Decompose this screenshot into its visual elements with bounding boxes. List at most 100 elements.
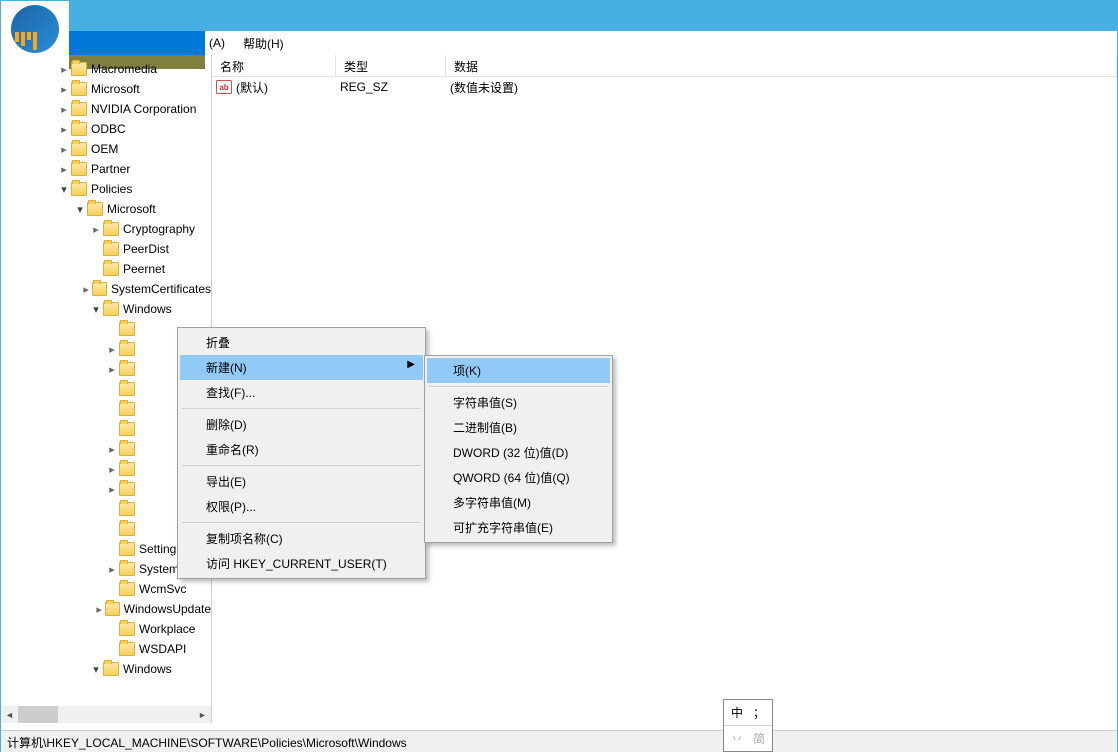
folder-icon [103,222,119,236]
col-type[interactable]: 类型 [336,55,446,76]
scroll-right-button[interactable]: ► [194,706,211,723]
list-header: 名称 类型 数据 [212,55,1117,77]
tree-toggle-open-icon[interactable] [89,302,103,316]
tree-toggle-closed-icon[interactable] [57,162,71,176]
tree-toggle-closed-icon[interactable] [105,442,119,456]
ctx-permissions[interactable]: 权限(P)... [180,494,423,519]
col-data[interactable]: 数据 [446,55,1117,76]
tree-item[interactable]: Windows [1,299,211,319]
tree-toggle-closed-icon[interactable] [57,122,71,136]
sub-qword[interactable]: QWORD (64 位)值(Q) [427,465,610,490]
tree-toggle-closed-icon[interactable] [93,602,105,616]
list-row[interactable]: ab (默认) REG_SZ (数值未设置) [212,77,1117,97]
tree-item[interactable]: WcmSvc [1,579,211,599]
tree-toggle-open-icon[interactable] [73,202,87,216]
folder-icon [119,642,135,656]
menu-a[interactable]: (A) [205,34,229,52]
tree-scrollbar[interactable]: ◄ ► [1,706,211,723]
sub-string[interactable]: 字符串值(S) [427,390,610,415]
tree-label: Partner [91,162,130,176]
chevron-right-icon: ▶ [407,359,415,370]
ctx-new[interactable]: 新建(N)▶ [180,355,423,380]
tree-toggle-closed-icon[interactable] [57,62,71,76]
tree-item[interactable]: SystemCertificates [1,279,211,299]
tree-toggle-closed-icon[interactable] [105,462,119,476]
tree-toggle-closed-icon[interactable] [105,342,119,356]
tree-item[interactable]: Macromedia [1,59,211,79]
tree-label: Windows [123,302,172,316]
tree-toggle-none [105,402,119,416]
ctx-copykey[interactable]: 复制项名称(C) [180,526,423,551]
tree-toggle-none [105,642,119,656]
tree-item[interactable]: Policies [1,179,211,199]
sub-binary[interactable]: 二进制值(B) [427,415,610,440]
tree-item[interactable]: NVIDIA Corporation [1,99,211,119]
value-name: (默认) [236,79,268,96]
tree-toggle-closed-icon[interactable] [105,562,119,576]
tree-toggle-none [105,582,119,596]
folder-icon [119,322,135,336]
folder-icon [71,82,87,96]
ctx-export[interactable]: 导出(E) [180,469,423,494]
sub-expandstring[interactable]: 可扩充字符串值(E) [427,515,610,540]
tree-label: Windows [123,662,172,676]
folder-icon [71,102,87,116]
sub-dword[interactable]: DWORD (32 位)值(D) [427,440,610,465]
tree-toggle-closed-icon[interactable] [57,82,71,96]
tree-label: Macromedia [91,62,157,76]
tree-label: Microsoft [91,82,140,96]
tree-toggle-none [105,322,119,336]
scroll-left-button[interactable]: ◄ [1,706,18,723]
tree-item[interactable]: WindowsUpdate [1,599,211,619]
folder-icon [71,162,87,176]
col-name[interactable]: 名称 [212,55,336,76]
folder-icon [119,442,135,456]
tree-label: SystemCertificates [111,282,211,296]
new-submenu: 项(K) 字符串值(S) 二进制值(B) DWORD (32 位)值(D) QW… [424,355,613,543]
ctx-delete[interactable]: 删除(D) [180,412,423,437]
tree-toggle-open-icon[interactable] [89,662,103,676]
value-data: (数值未设置) [450,79,1113,96]
tree-item[interactable]: Microsoft [1,79,211,99]
tree-item[interactable]: Microsoft [1,199,211,219]
tree-item[interactable]: OEM [1,139,211,159]
scroll-thumb[interactable] [18,706,58,723]
tree-toggle-closed-icon[interactable] [105,362,119,376]
folder-icon [119,342,135,356]
tree-toggle-closed-icon[interactable] [89,222,103,236]
tree-toggle-none [105,382,119,396]
tree-item[interactable]: Windows [1,659,211,679]
tree-item[interactable]: Workplace [1,619,211,639]
ctx-collapse[interactable]: 折叠 [180,330,423,355]
folder-icon [119,522,135,536]
tree-toggle-none [105,422,119,436]
tree-toggle-open-icon[interactable] [57,182,71,196]
tree-toggle-closed-icon[interactable] [57,142,71,156]
tree-toggle-closed-icon[interactable] [57,102,71,116]
menu-help[interactable]: 帮助(H) [239,33,288,54]
tree-item[interactable]: PeerDist [1,239,211,259]
folder-icon [119,402,135,416]
folder-icon [103,262,119,276]
sub-multistring[interactable]: 多字符串值(M) [427,490,610,515]
tree-label: Policies [91,182,132,196]
folder-icon [119,502,135,516]
tree-item[interactable]: Partner [1,159,211,179]
ctx-find[interactable]: 查找(F)... [180,380,423,405]
folder-icon [119,462,135,476]
tree-item[interactable]: WSDAPI [1,639,211,659]
sub-key[interactable]: 项(K) [427,358,610,383]
tree-toggle-closed-icon[interactable] [105,482,119,496]
ime-indicator[interactable]: 中； 丷简 [723,699,773,752]
title-overlay-blue [69,31,205,55]
separator [182,522,421,523]
tree-item[interactable]: Cryptography [1,219,211,239]
ctx-goto-hkcu[interactable]: 访问 HKEY_CURRENT_USER(T) [180,551,423,576]
tree-label: NVIDIA Corporation [91,102,196,116]
tree-label: OEM [91,142,118,156]
tree-item[interactable]: Peernet [1,259,211,279]
folder-icon [119,582,135,596]
tree-item[interactable]: ODBC [1,119,211,139]
ctx-rename[interactable]: 重命名(R) [180,437,423,462]
tree-toggle-closed-icon[interactable] [80,282,93,296]
